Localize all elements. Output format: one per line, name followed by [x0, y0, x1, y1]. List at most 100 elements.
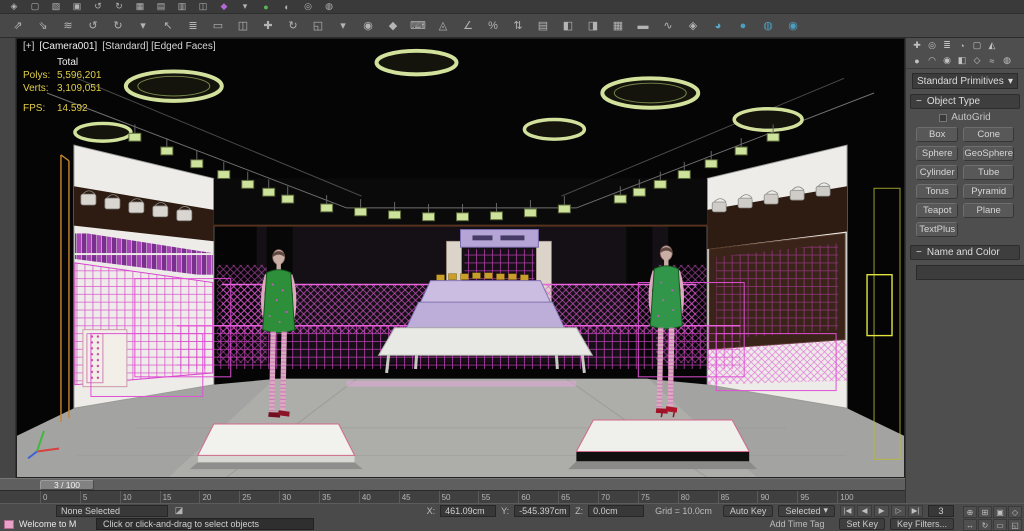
viewport-canvas[interactable]: [17, 39, 904, 477]
animate-mode-dropdown[interactable]: Selected ▾: [778, 505, 835, 517]
hierarchy-tab-icon[interactable]: ≣: [941, 40, 953, 51]
systems-category-icon[interactable]: ◍: [1001, 55, 1013, 66]
redo-icon[interactable]: ↻: [110, 18, 126, 34]
cameras-category-icon[interactable]: ◧: [956, 55, 968, 66]
undo-icon[interactable]: ↺: [85, 18, 101, 34]
selection-filter-dropdown[interactable]: ▾: [135, 18, 151, 34]
viewport-shading-menu[interactable]: [Standard] [Edged Faces]: [102, 41, 215, 52]
timeline-tick[interactable]: 25: [239, 491, 279, 503]
object-name-input[interactable]: [916, 265, 1024, 280]
search-icon[interactable]: ◍: [323, 1, 335, 12]
undo-small-icon[interactable]: ↺: [92, 1, 104, 12]
timeline-tick[interactable]: 75: [638, 491, 678, 503]
new-scene-icon[interactable]: ▢: [29, 1, 41, 12]
use-pivot-point-icon[interactable]: ◉: [360, 18, 376, 34]
key-filters-button[interactable]: Key Filters...: [890, 518, 954, 530]
maximize-viewport-icon[interactable]: ◱: [1008, 519, 1022, 531]
timeline-tick[interactable]: 70: [598, 491, 638, 503]
open-file-icon[interactable]: ▧: [50, 1, 62, 12]
viewport-camera-menu[interactable]: [Camera001]: [39, 41, 97, 52]
timeline-tick[interactable]: 55: [478, 491, 518, 503]
project-folder-icon[interactable]: ▦: [134, 1, 146, 12]
selection-lock-icon[interactable]: ◪: [173, 505, 185, 516]
spinner-snap-icon[interactable]: ⇅: [510, 18, 526, 34]
select-and-link-icon[interactable]: ⇗: [10, 18, 26, 34]
timeline-tick[interactable]: 100: [837, 491, 877, 503]
field-of-view-icon[interactable]: ◇: [1008, 506, 1022, 518]
timeline-tick[interactable]: 60: [518, 491, 558, 503]
timeline-tick[interactable]: 65: [558, 491, 598, 503]
render-production-icon[interactable]: ◉: [785, 18, 801, 34]
textplus-button[interactable]: TextPlus: [916, 222, 958, 237]
save-file-icon[interactable]: ▣: [71, 1, 83, 12]
select-and-move-icon[interactable]: ✚: [260, 18, 276, 34]
timeline-tick[interactable]: 15: [160, 491, 200, 503]
add-time-tag[interactable]: Add Time Tag: [770, 519, 825, 529]
timeline-tick[interactable]: 20: [199, 491, 239, 503]
shapes-category-icon[interactable]: ◠: [926, 55, 938, 66]
display-tab-icon[interactable]: ▢: [971, 40, 983, 51]
zoom-icon[interactable]: ⊕: [963, 506, 977, 518]
align-icon[interactable]: ◨: [585, 18, 601, 34]
lights-category-icon[interactable]: ◉: [941, 55, 953, 66]
timeline-tick[interactable]: 80: [678, 491, 718, 503]
plane-button[interactable]: Plane: [963, 203, 1014, 218]
motion-tab-icon[interactable]: ◔: [956, 40, 968, 51]
snaps-toggle-icon[interactable]: ◬: [435, 18, 451, 34]
modify-tab-icon[interactable]: ◎: [926, 40, 938, 51]
cone-button[interactable]: Cone: [963, 127, 1014, 142]
utilities-tab-icon[interactable]: ◭: [986, 40, 998, 51]
percent-snap-icon[interactable]: %: [485, 18, 501, 34]
select-by-name-icon[interactable]: ≣: [185, 18, 201, 34]
timeline-tick[interactable]: 90: [757, 491, 797, 503]
select-object-icon[interactable]: ↖: [160, 18, 176, 34]
go-to-start-icon[interactable]: |◀: [840, 505, 855, 517]
select-and-manipulate-icon[interactable]: ◆: [385, 18, 401, 34]
toggle-ribbon-icon[interactable]: ▬: [635, 18, 651, 34]
timeline-tick[interactable]: 40: [359, 491, 399, 503]
time-slider-thumb[interactable]: 3 / 100: [40, 480, 94, 490]
angle-snap-icon[interactable]: ∠: [460, 18, 476, 34]
timeline-tick[interactable]: 30: [279, 491, 319, 503]
rectangular-selection-region-icon[interactable]: ▭: [210, 18, 226, 34]
keyboard-override-icon[interactable]: ⌨: [410, 18, 426, 34]
sphere-button[interactable]: Sphere: [916, 146, 958, 161]
schematic-view-icon[interactable]: ◈: [685, 18, 701, 34]
mirror-icon[interactable]: ◧: [560, 18, 576, 34]
x-coordinate-field[interactable]: 461.09cm: [440, 505, 496, 517]
rendered-frame-window-icon[interactable]: ◍: [760, 18, 776, 34]
cylinder-button[interactable]: Cylinder: [916, 165, 958, 180]
timeline-tick[interactable]: 10: [120, 491, 160, 503]
layer-explorer-icon[interactable]: ▥: [176, 1, 188, 12]
unlink-selection-icon[interactable]: ⇘: [35, 18, 51, 34]
teapot-button[interactable]: Teapot: [916, 203, 958, 218]
window-crossing-toggle-icon[interactable]: ◫: [235, 18, 251, 34]
name-color-rollout-header[interactable]: − Name and Color: [910, 245, 1020, 260]
render-setup-icon[interactable]: ●: [735, 18, 751, 34]
auto-key-button[interactable]: Auto Key: [723, 505, 774, 517]
object-type-rollout-header[interactable]: − Object Type: [910, 94, 1020, 109]
maxscript-mini-listener[interactable]: Welcome to M: [19, 519, 91, 529]
select-and-rotate-icon[interactable]: ↻: [285, 18, 301, 34]
space-warps-category-icon[interactable]: ≈: [986, 55, 998, 66]
autogrid-checkbox[interactable]: AutoGrid: [910, 109, 1020, 124]
y-coordinate-field[interactable]: -545.397cm: [514, 505, 570, 517]
help-icon[interactable]: ◎: [302, 1, 314, 12]
reference-coordinate-dropdown[interactable]: ▾: [335, 18, 351, 34]
z-coordinate-field[interactable]: 0.0cm: [588, 505, 644, 517]
time-slider[interactable]: 3 / 100: [0, 478, 905, 490]
macro-recorder-strip[interactable]: [4, 520, 14, 529]
primitives-dropdown[interactable]: Standard Primitives ▾: [912, 73, 1018, 89]
timeline-tick[interactable]: 0: [40, 491, 80, 503]
zoom-all-icon[interactable]: ⊞: [978, 506, 992, 518]
torus-button[interactable]: Torus: [916, 184, 958, 199]
go-to-end-icon[interactable]: ▶|: [908, 505, 923, 517]
tube-button[interactable]: Tube: [963, 165, 1014, 180]
camera-viewport[interactable]: [+] [Camera001] [Standard] [Edged Faces]…: [16, 38, 905, 478]
bind-to-space-warp-icon[interactable]: ≋: [60, 18, 76, 34]
material-editor-icon[interactable]: ◕: [710, 18, 726, 34]
select-and-scale-icon[interactable]: ◱: [310, 18, 326, 34]
play-animation-icon[interactable]: ▶: [874, 505, 889, 517]
track-bar[interactable]: 0510152025303540455055606570758085909510…: [0, 490, 905, 503]
box-button[interactable]: Box: [916, 127, 958, 142]
